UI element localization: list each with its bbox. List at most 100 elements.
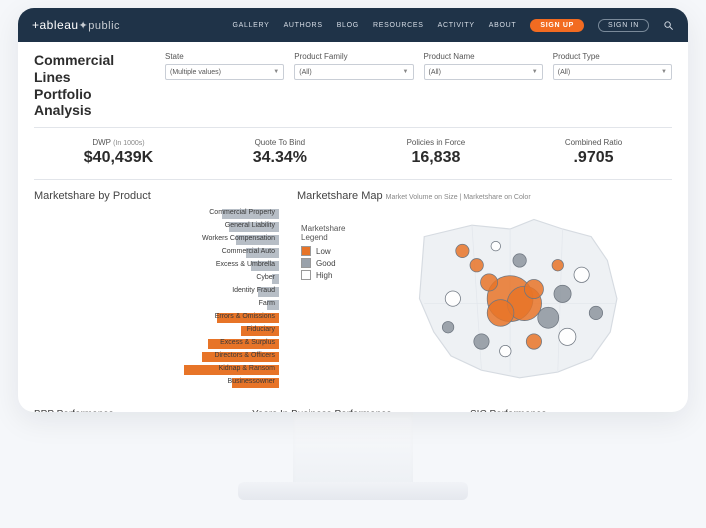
map-bubble[interactable] <box>574 267 589 282</box>
brand-text-a: +ableau <box>32 18 79 32</box>
filter-select[interactable]: (Multiple values) ▼ <box>165 64 284 80</box>
filter-select[interactable]: (All) ▼ <box>294 64 413 80</box>
chevron-down-icon: ▼ <box>403 69 409 75</box>
sic-title: SIC Performance <box>470 409 547 412</box>
title-bar: Commercial Lines Portfolio Analysis Stat… <box>34 52 672 128</box>
bar-label: Fiduciary <box>247 326 279 333</box>
map-bubble[interactable] <box>537 307 558 328</box>
filter-product-name: Product Name (All) ▼ <box>424 52 543 80</box>
kpi-dwp: DWP (In 1000s) $40,439K <box>84 138 153 167</box>
bar-label: Directors & Officers <box>214 352 279 359</box>
bar-row[interactable]: Commercial Property <box>89 208 279 221</box>
yib-title: Years In Business Performance <box>252 409 392 412</box>
bar-label: Workers Compensation <box>202 235 279 242</box>
legend-item[interactable]: High <box>301 270 361 280</box>
bar-row[interactable]: Farm <box>89 299 279 312</box>
nav-link-gallery[interactable]: GALLERY <box>232 22 269 29</box>
map-bubble[interactable] <box>491 242 501 252</box>
map-svg <box>367 208 672 389</box>
brand-logo[interactable]: +ableau✦public <box>32 18 120 32</box>
signup-button[interactable]: SIGN UP <box>530 19 584 32</box>
legend-label: Good <box>316 259 336 268</box>
bar-row[interactable]: Identity Fraud <box>89 286 279 299</box>
bar-row[interactable]: Commercial Auto <box>89 247 279 260</box>
bar-label: Kidnap & Ransom <box>219 365 279 372</box>
map-bubble[interactable] <box>474 334 489 349</box>
legend-item[interactable]: Low <box>301 246 361 256</box>
chevron-down-icon: ▼ <box>273 69 279 75</box>
map-bubble[interactable] <box>552 260 563 271</box>
bar-row[interactable]: Workers Compensation <box>89 234 279 247</box>
dashboard-title-line1: Commercial Lines <box>34 52 149 86</box>
bar-row[interactable]: Fiduciary <box>89 325 279 338</box>
kpi-value: 34.34% <box>253 149 307 167</box>
filter-label: Product Name <box>424 52 543 61</box>
legend-swatch <box>301 270 311 280</box>
nav-link-authors[interactable]: AUTHORS <box>284 22 323 29</box>
filter-product-type: Product Type (All) ▼ <box>553 52 672 80</box>
charts-row: Marketshare by Product Commercial Proper… <box>34 190 672 390</box>
bar-label: General Liability <box>225 222 279 229</box>
bar-label: Farm <box>259 300 279 307</box>
dashboard-content: Commercial Lines Portfolio Analysis Stat… <box>18 42 688 412</box>
map-bubble[interactable] <box>470 259 483 272</box>
bar-row[interactable]: Cyber <box>89 273 279 286</box>
filter-label: State <box>165 52 284 61</box>
yib-section: Years In Business Performance MarketQuot… <box>252 404 454 412</box>
kpi-policies-in-force: Policies in Force 16,838 <box>407 138 466 167</box>
bar-row[interactable]: Excess & Surplus <box>89 338 279 351</box>
legend-swatch <box>301 246 311 256</box>
nav-links: GALLERY AUTHORS BLOG RESOURCES ACTIVITY ABOUT… <box>232 19 674 32</box>
map-bubble[interactable] <box>487 300 514 327</box>
nav-link-resources[interactable]: RESOURCES <box>373 22 424 29</box>
filter-label: Product Type <box>553 52 672 61</box>
bar-row[interactable]: Excess & Umbrella <box>89 260 279 273</box>
bar-label: Businessowner <box>228 378 279 385</box>
map-bubble[interactable] <box>455 244 468 257</box>
map-bubble[interactable] <box>442 322 453 333</box>
dashboard-title: Commercial Lines Portfolio Analysis <box>34 52 149 119</box>
map-bubble[interactable] <box>558 328 575 345</box>
legend-item[interactable]: Good <box>301 258 361 268</box>
signin-button[interactable]: SIGN IN <box>598 19 649 32</box>
kpi-label: Quote To Bind <box>253 138 307 147</box>
map-subtitle: Market Volume on Size | Marketshare on C… <box>386 194 531 201</box>
bar-row[interactable]: General Liability <box>89 221 279 234</box>
map-viz[interactable] <box>367 208 672 383</box>
kpi-value: $40,439K <box>84 149 153 167</box>
map-bubble[interactable] <box>445 291 460 306</box>
map-bubble[interactable] <box>526 334 541 349</box>
bpp-section: BPP Performance PIF on size | CR on colo… <box>34 404 236 412</box>
bar-row[interactable]: Directors & Officers <box>89 351 279 364</box>
monitor-stand-neck <box>293 412 413 482</box>
map-bubble[interactable] <box>480 274 497 291</box>
legend-swatch <box>301 258 311 268</box>
bar-row[interactable]: Kidnap & Ransom <box>89 364 279 377</box>
chevron-down-icon: ▼ <box>532 69 538 75</box>
map-bubble[interactable] <box>589 306 602 319</box>
nav-link-about[interactable]: ABOUT <box>489 22 517 29</box>
map-bubble[interactable] <box>524 280 543 299</box>
filter-product-family: Product Family (All) ▼ <box>294 52 413 80</box>
filter-value: (All) <box>429 69 441 76</box>
kpi-quote-to-bind: Quote To Bind 34.34% <box>253 138 307 167</box>
nav-link-blog[interactable]: BLOG <box>337 22 359 29</box>
legend-label: High <box>316 271 332 280</box>
top-nav: +ableau✦public GALLERY AUTHORS BLOG RESOURC… <box>18 8 688 42</box>
kpi-combined-ratio: Combined Ratio .9705 <box>565 138 622 167</box>
map-bubble[interactable] <box>554 285 571 302</box>
search-icon[interactable] <box>663 20 674 31</box>
kpi-label: Policies in Force <box>407 138 466 147</box>
filter-state: State (Multiple values) ▼ <box>165 52 284 80</box>
map-bubble[interactable] <box>513 254 526 267</box>
bar-row[interactable]: Businessowner <box>89 377 279 390</box>
bar-row[interactable]: Errors & Omissions <box>89 312 279 325</box>
kpi-value: .9705 <box>565 149 622 167</box>
filter-select[interactable]: (All) ▼ <box>553 64 672 80</box>
filter-select[interactable]: (All) ▼ <box>424 64 543 80</box>
marketshare-bars: Commercial PropertyGeneral Liability Work… <box>34 208 279 390</box>
map-bubble[interactable] <box>499 346 510 357</box>
filter-value: (All) <box>558 69 570 76</box>
nav-link-activity[interactable]: ACTIVITY <box>438 22 475 29</box>
bar-label: Excess & Surplus <box>220 339 279 346</box>
